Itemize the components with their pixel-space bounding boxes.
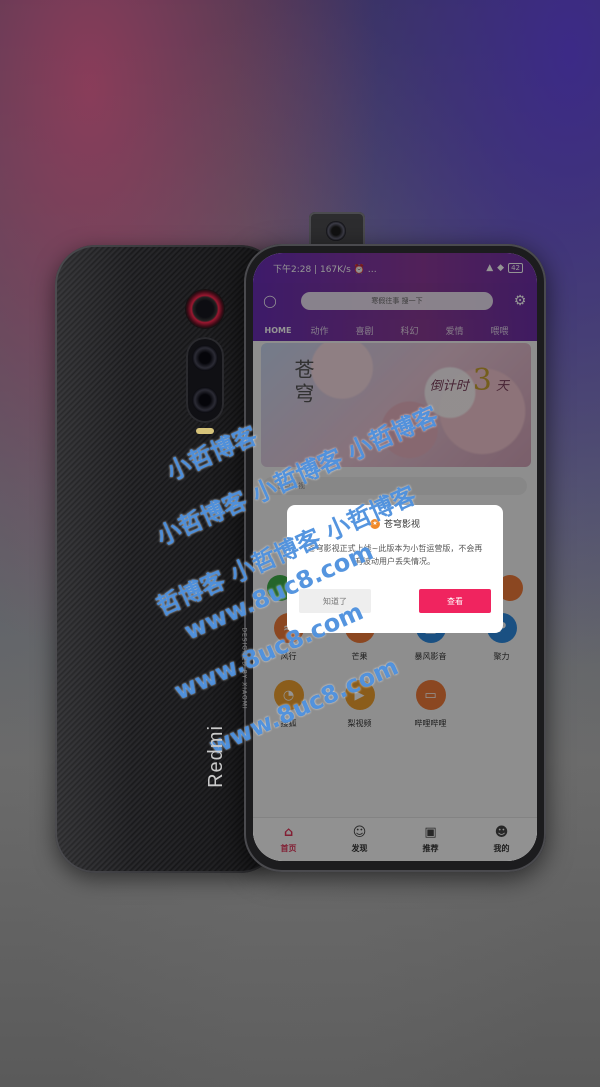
dialog-title-row: ★ 苍穹影视 [299, 517, 491, 530]
view-button[interactable]: 查看 [419, 589, 491, 613]
dialog-message: 苍穹影视正式上线~此版本为小哲运营版，不会再有波动用户丢失情况。 [307, 544, 483, 566]
app-logo-icon: ★ [369, 518, 380, 529]
dialog-actions: 知道了 查看 [299, 589, 491, 613]
camera-ring-icon [185, 289, 225, 329]
designed-by-text: DESIGNED BY XIAOMI [240, 627, 248, 710]
phone-screen: 下午2:28 | 167K/s ⏰ … ▲ ◆ 42 ◯ 寒假往事 搜一下 ⚙ … [253, 253, 537, 861]
announcement-dialog: ★ 苍穹影视 苍穹影视正式上线~此版本为小哲运营版，不会再有波动用户丢失情况。 … [287, 505, 503, 633]
brand-logo: Redmi [204, 725, 227, 788]
dismiss-button[interactable]: 知道了 [299, 589, 371, 613]
dialog-title: 苍穹影视 [383, 520, 420, 530]
front-phone: 下午2:28 | 167K/s ⏰ … ▲ ◆ 42 ◯ 寒假往事 搜一下 ⚙ … [244, 244, 546, 872]
popup-camera-icon [309, 212, 365, 248]
camera-module-icon [186, 337, 224, 423]
flash-icon [196, 428, 214, 434]
